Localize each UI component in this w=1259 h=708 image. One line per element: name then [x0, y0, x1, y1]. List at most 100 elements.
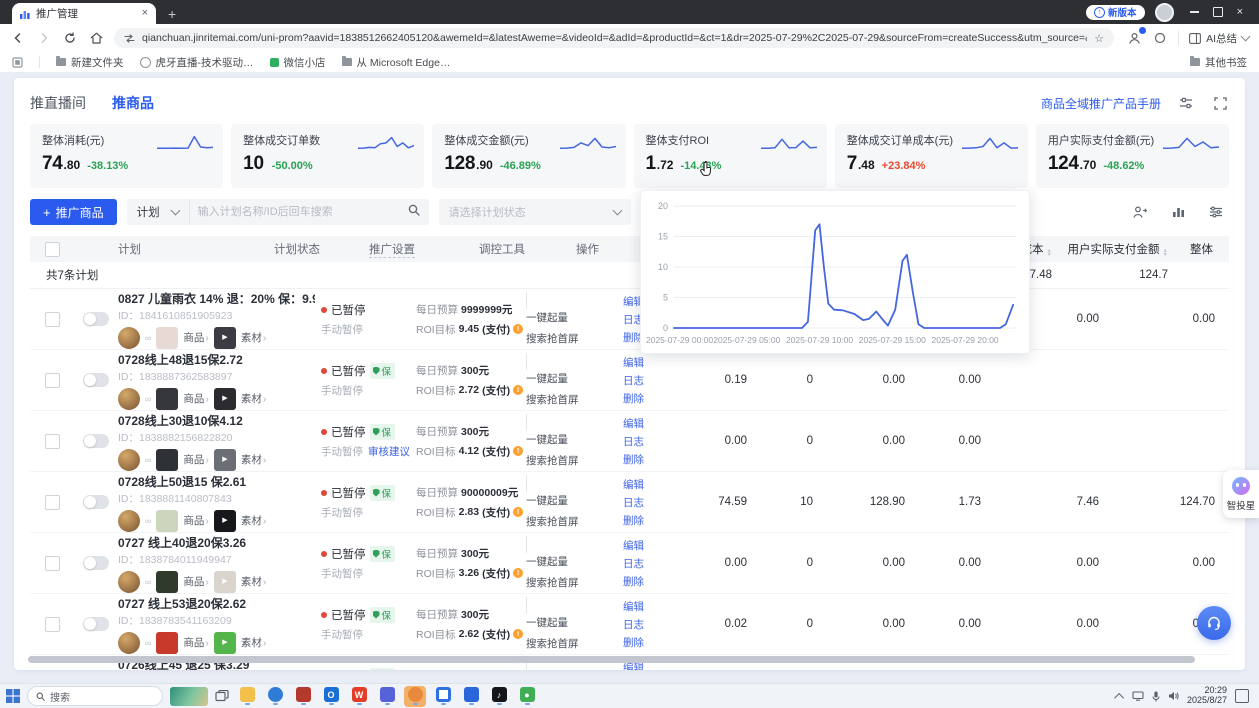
widgets-weather-image[interactable]	[170, 687, 208, 706]
review-suggestion-link[interactable]: 审核建议	[368, 444, 410, 459]
sort-icon[interactable]: ▲▼	[1047, 249, 1052, 258]
plan-toggle[interactable]	[83, 373, 109, 387]
plan-toggle[interactable]	[83, 434, 109, 448]
product-link[interactable]: 商品›	[183, 391, 209, 406]
product-thumbnail[interactable]	[156, 388, 178, 410]
table-row-3[interactable]: 0728线上50退15 保2.61 ID：1838881140807843 ∞ …	[30, 472, 1229, 533]
material-thumbnail[interactable]: ▶	[214, 571, 236, 593]
table-row-1[interactable]: 0728线上48退15保2.72 ID：1838887362583897 ∞ 商…	[30, 350, 1229, 411]
table-settings-icon[interactable]	[1207, 203, 1225, 221]
product-thumbnail[interactable]	[156, 449, 178, 471]
material-link[interactable]: 素材›	[241, 391, 267, 406]
plan-search-input[interactable]	[190, 206, 408, 218]
product-thumbnail[interactable]	[156, 327, 178, 349]
row-checkbox[interactable]	[45, 312, 60, 327]
tool-item[interactable]: 一键起量	[526, 554, 623, 569]
tool-item[interactable]: 一键起量	[526, 615, 623, 630]
action-link[interactable]: 编辑	[623, 355, 679, 370]
stat-card-4[interactable]: 整体成交订单成本(元) 7.48 +23.84%	[835, 124, 1028, 188]
column-chart-icon[interactable]	[1169, 203, 1187, 221]
other-bookmarks[interactable]: 其他书签	[1190, 55, 1247, 70]
header-metric-5[interactable]: 用户实际支付金额▲▼	[1066, 241, 1182, 258]
action-link[interactable]: 日志	[623, 373, 679, 388]
plan-title[interactable]: 0727 线上40退20保3.26	[118, 534, 315, 551]
assistant-widget[interactable]: 智投星	[1223, 470, 1259, 518]
new-tab-button[interactable]: +	[168, 7, 176, 21]
taskbar-search[interactable]: 搜索	[27, 686, 163, 706]
tool-item[interactable]: 搜索抢首屏	[526, 453, 623, 468]
plan-type-select[interactable]: 计划	[127, 199, 190, 225]
back-icon[interactable]	[10, 30, 26, 46]
tool-item[interactable]: 搜索抢首屏	[526, 575, 623, 590]
plan-title[interactable]: 0727 线上53退20保2.62	[118, 595, 315, 612]
row-checkbox[interactable]	[45, 617, 60, 632]
plan-title[interactable]: 0728线上30退10保4.12	[118, 412, 315, 429]
microphone-icon[interactable]	[1152, 691, 1160, 702]
material-link[interactable]: 素材›	[241, 330, 267, 345]
tool-item[interactable]: 搜索抢首屏	[526, 331, 623, 346]
start-button[interactable]	[6, 689, 20, 703]
action-link[interactable]: 删除	[623, 574, 679, 589]
tool-item[interactable]: 一键起量	[526, 310, 623, 325]
tool-item[interactable]: 搜索抢首屏	[526, 514, 623, 529]
material-thumbnail[interactable]: ▶	[214, 327, 236, 349]
taskbar-clock[interactable]: 20:29 2025/8/27	[1187, 686, 1227, 706]
plan-toggle[interactable]	[83, 312, 109, 326]
header-promo-settings[interactable]: 推广设置	[369, 241, 479, 257]
browser-tab[interactable]: 推广管理 ×	[12, 3, 156, 24]
material-link[interactable]: 素材›	[241, 513, 267, 528]
tool-item[interactable]: 一键起量	[526, 432, 623, 447]
material-thumbnail[interactable]: ▶	[214, 449, 236, 471]
product-thumbnail[interactable]	[156, 571, 178, 593]
stat-card-3[interactable]: 整体支付ROI 1.72 -14.43%	[634, 124, 827, 188]
plan-title[interactable]: 0728线上48退15保2.72	[118, 351, 315, 368]
product-manual-link[interactable]: 商品全域推广产品手册	[1041, 95, 1161, 112]
taskbar-app-app-blue-grid[interactable]	[460, 686, 482, 707]
maximize-button[interactable]	[1213, 7, 1223, 17]
taskbar-app-app-active[interactable]	[404, 686, 426, 707]
material-link[interactable]: 素材›	[241, 452, 267, 467]
taskbar-app-tiktok[interactable]: ♪	[488, 686, 510, 707]
product-link[interactable]: 商品›	[183, 330, 209, 345]
url-bar[interactable]: qianchuan.jinritemai.com/uni-prom?aavid=…	[114, 28, 1114, 48]
taskbar-app-app-blue-ring[interactable]	[432, 686, 454, 707]
taskbar-app-edge-browser[interactable]	[264, 686, 286, 707]
header-plan-status[interactable]: 计划状态	[274, 241, 369, 257]
product-link[interactable]: 商品›	[183, 574, 209, 589]
tool-item[interactable]: 搜索抢首屏	[526, 636, 623, 651]
product-link[interactable]: 商品›	[183, 513, 209, 528]
product-link[interactable]: 商品›	[183, 635, 209, 650]
tab-products[interactable]: 推商品	[112, 93, 154, 113]
roi-info-icon[interactable]: !	[513, 568, 523, 578]
material-link[interactable]: 素材›	[241, 635, 267, 650]
action-link[interactable]: 编辑	[623, 477, 679, 492]
site-permissions-icon[interactable]	[124, 34, 135, 43]
roi-info-icon[interactable]: !	[513, 507, 523, 517]
action-link[interactable]: 日志	[623, 617, 679, 632]
action-link[interactable]: 删除	[623, 391, 679, 406]
bookmark-item-1[interactable]: 虎牙直播-技术驱动…	[140, 55, 254, 70]
taskbar-app-file-explorer[interactable]	[236, 686, 258, 707]
product-thumbnail[interactable]	[156, 510, 178, 532]
bookmark-item-3[interactable]: 从 Microsoft Edge…	[342, 55, 451, 70]
plan-toggle[interactable]	[83, 617, 109, 631]
product-link[interactable]: 商品›	[183, 452, 209, 467]
header-control-tools[interactable]: 调控工具	[479, 241, 576, 257]
user-switch-icon[interactable]	[1131, 203, 1149, 221]
forward-icon[interactable]	[36, 30, 52, 46]
horizontal-scrollbar[interactable]	[28, 656, 1231, 664]
select-all-checkbox[interactable]	[45, 242, 60, 257]
search-icon[interactable]	[408, 203, 420, 221]
display-icon[interactable]	[1132, 691, 1144, 701]
row-checkbox[interactable]	[45, 495, 60, 510]
row-checkbox[interactable]	[45, 373, 60, 388]
table-row-4[interactable]: 0727 线上40退20保3.26 ID：1838784011949947 ∞ …	[30, 533, 1229, 594]
material-thumbnail[interactable]: ▶	[214, 510, 236, 532]
tool-item[interactable]: 搜索抢首屏	[526, 392, 623, 407]
taskbar-app-wps[interactable]: W	[348, 686, 370, 707]
roi-info-icon[interactable]: !	[513, 446, 523, 456]
volume-icon[interactable]	[1168, 691, 1179, 701]
stat-card-0[interactable]: 整体消耗(元) 74.80 -38.13%	[30, 124, 223, 188]
minimize-button[interactable]	[1190, 11, 1199, 13]
material-link[interactable]: 素材›	[241, 574, 267, 589]
